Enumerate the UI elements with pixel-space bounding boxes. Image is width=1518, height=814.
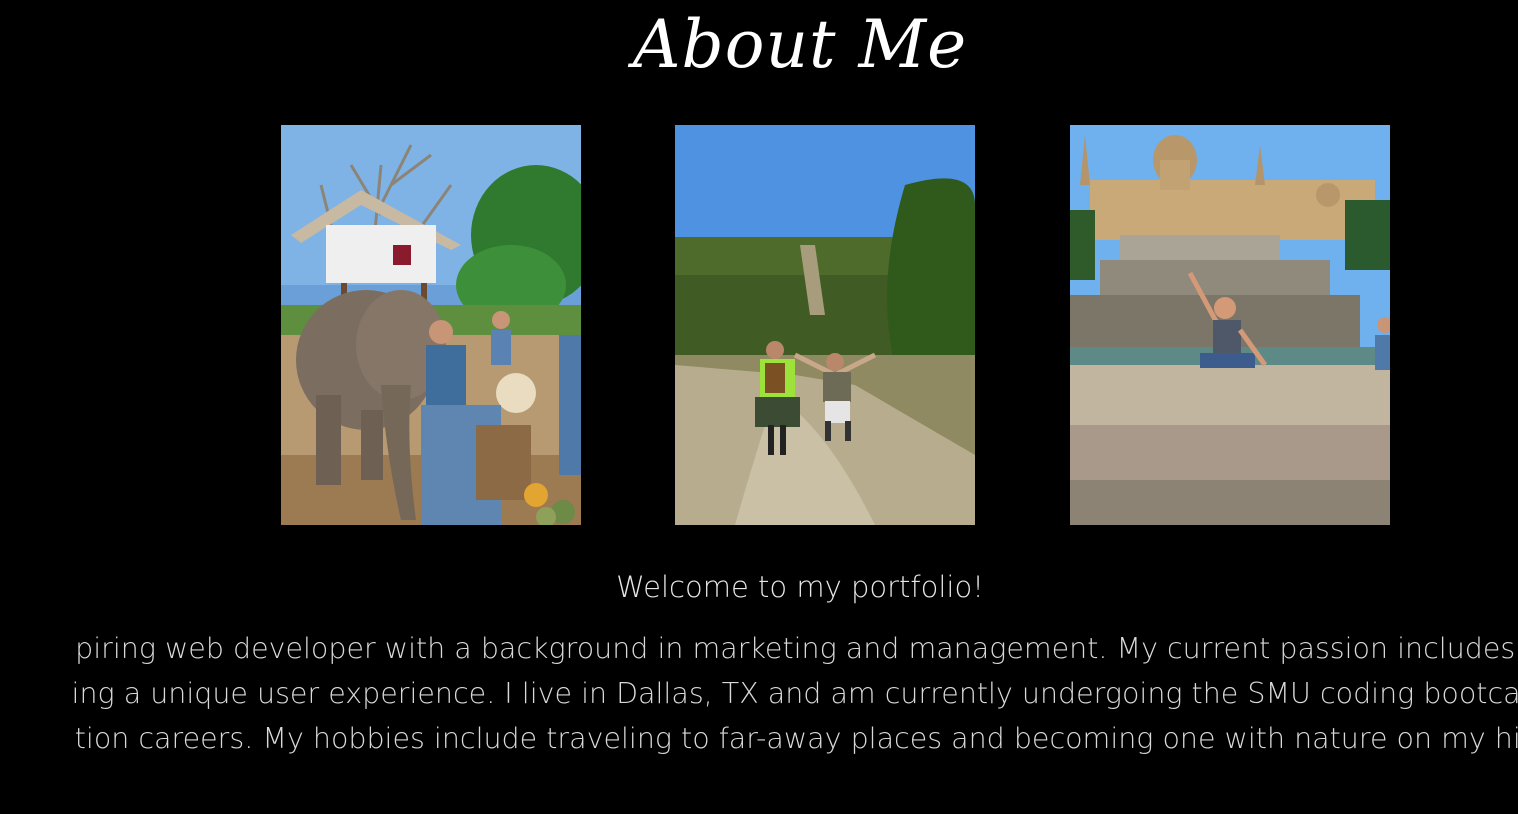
bio-line: tion careers. My hobbies include traveli… [74,722,1518,755]
bio-line: ing a unique user experience. I live in … [71,677,1518,710]
bio-line: piring web developer with a background i… [75,632,1518,665]
bio-paragraph: piring web developer with a background i… [0,626,1518,761]
fountain-photo [1070,125,1390,525]
elephant-photo [281,125,581,525]
hiking-photo [675,125,975,525]
welcome-heading: Welcome to my portfolio! [616,570,984,604]
about-section: About Me Welcome to my portfolio! piring… [0,0,1518,814]
page-title: About Me [632,6,968,83]
